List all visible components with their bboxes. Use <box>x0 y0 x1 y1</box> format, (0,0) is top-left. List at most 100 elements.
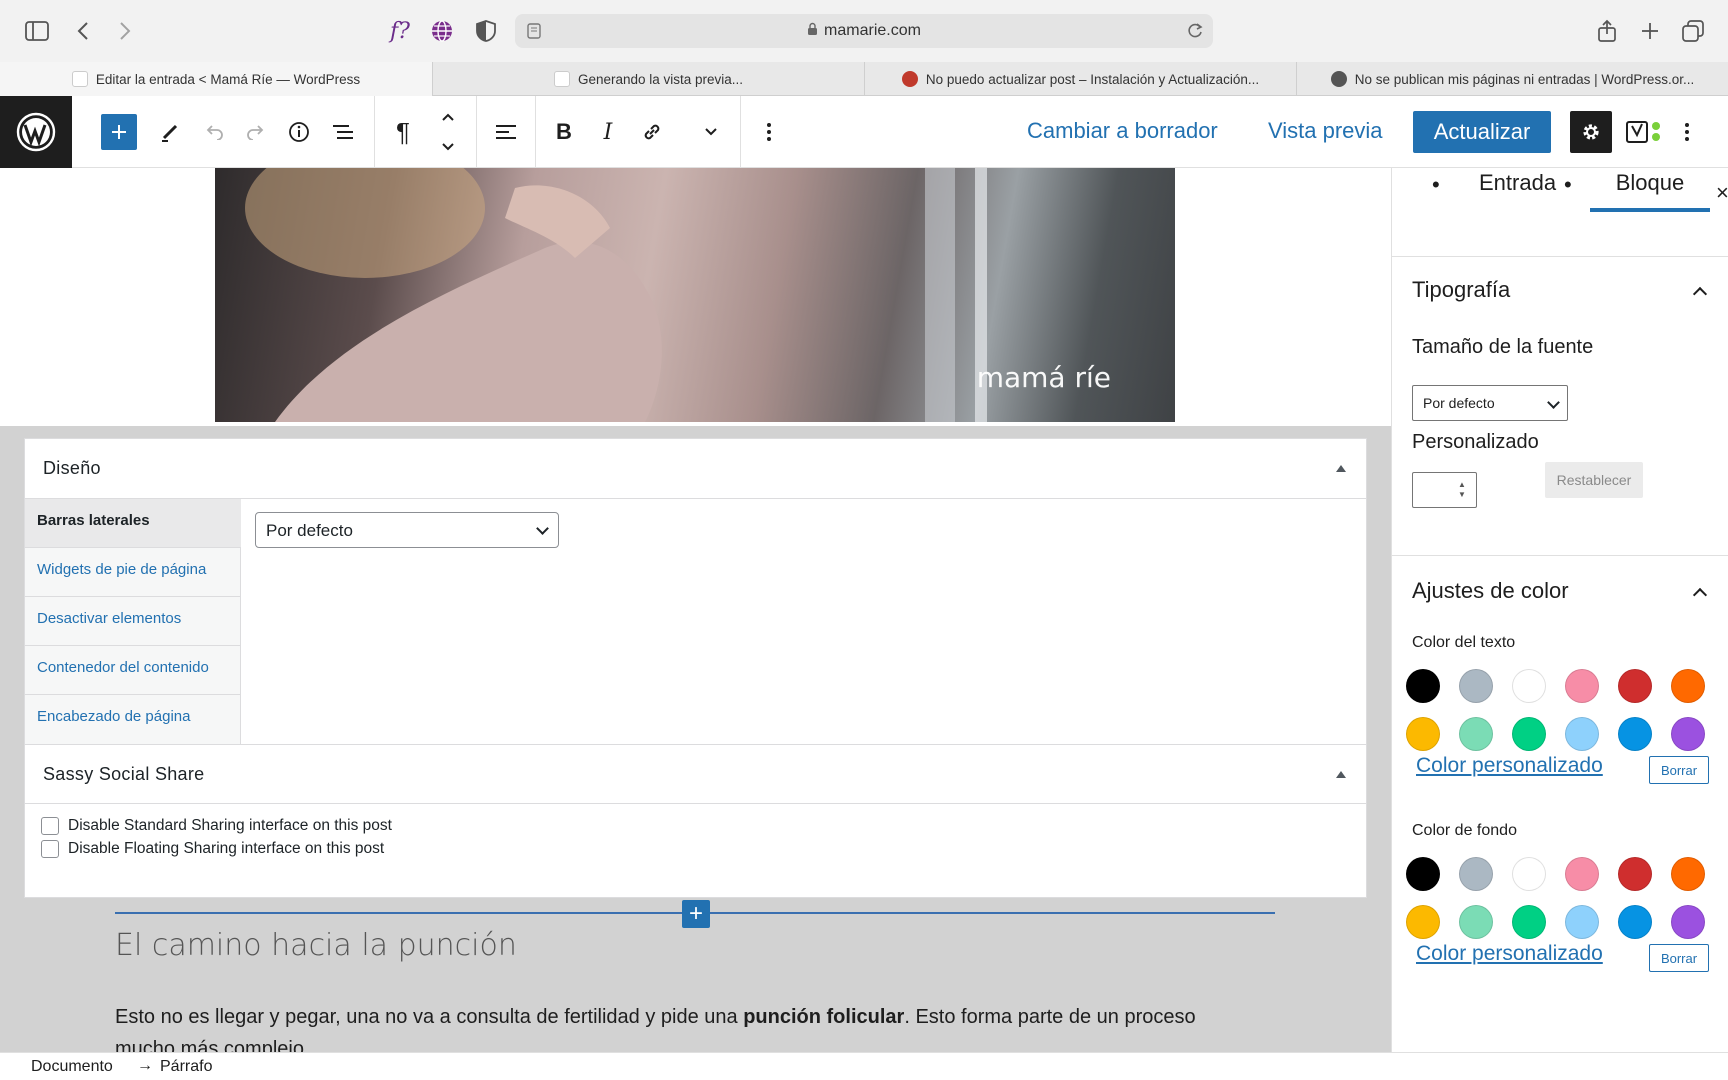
settings-sidebar: • Entrada • Bloque × Tipografía Tamaño d… <box>1391 168 1728 1052</box>
link-icon[interactable] <box>634 114 670 150</box>
mamarie-favicon-icon <box>71 71 88 87</box>
font-size-select[interactable]: Por defecto <box>1412 385 1568 421</box>
forward-icon[interactable] <box>108 14 142 48</box>
move-up-icon[interactable] <box>430 106 466 128</box>
color-swatch[interactable] <box>1618 905 1652 939</box>
disable-floating-checkbox[interactable] <box>41 840 59 858</box>
color-swatch[interactable] <box>1459 905 1493 939</box>
share-icon[interactable] <box>1590 14 1624 48</box>
sassy-metabox-header[interactable]: Sassy Social Share <box>25 744 1366 804</box>
tab-editar-entrada[interactable]: Editar la entrada < Mamá Ríe — WordPress <box>0 62 432 96</box>
checkbox-row-floating[interactable]: Disable Floating Sharing interface on th… <box>41 840 384 858</box>
color-swatch[interactable] <box>1512 857 1546 891</box>
reset-button[interactable]: Restablecer <box>1545 462 1643 498</box>
edit-tools-icon[interactable] <box>152 114 188 150</box>
tab-no-se-publican[interactable]: No se publican mis páginas ni entradas |… <box>1296 62 1728 96</box>
collapse-arrow-icon[interactable] <box>1336 771 1346 778</box>
typography-title[interactable]: Tipografía <box>1412 277 1510 303</box>
update-button[interactable]: Actualizar <box>1413 111 1551 153</box>
more-menu-icon[interactable] <box>1669 114 1705 150</box>
align-icon[interactable] <box>488 114 524 150</box>
vtab-content-container[interactable]: Contenedor del contenido <box>25 646 241 695</box>
tab-bar: Editar la entrada < Mamá Ríe — WordPress… <box>0 62 1728 96</box>
custom-size-input[interactable]: ▲ ▼ <box>1412 472 1477 508</box>
more-formats-icon[interactable] <box>693 114 729 150</box>
editor-canvas[interactable]: mamá ríe Diseño Barras laterales Widgets… <box>0 168 1391 1052</box>
custom-size-label: Personalizado <box>1412 431 1539 453</box>
new-tab-icon[interactable] <box>1633 14 1667 48</box>
mamarie-favicon-icon <box>553 71 570 87</box>
color-swatch[interactable] <box>1406 905 1440 939</box>
post-paragraph[interactable]: Esto no es llegar y pegar, una no va a c… <box>115 996 1295 1038</box>
font-ext-icon[interactable]: f? <box>383 14 417 48</box>
vtab-page-header[interactable]: Encabezado de página <box>25 695 241 744</box>
vtab-disable-elements[interactable]: Desactivar elementos <box>25 597 241 646</box>
sassy-metabox-title: Sassy Social Share <box>43 764 205 784</box>
vtab-footer-widgets[interactable]: Widgets de pie de página <box>25 548 241 597</box>
collapse-arrow-icon[interactable] <box>1336 465 1346 472</box>
wordpress-logo-icon[interactable] <box>0 96 72 168</box>
color-swatch[interactable] <box>1406 857 1440 891</box>
add-block-icon[interactable] <box>101 114 137 150</box>
list-view-icon[interactable] <box>325 114 361 150</box>
bold-button[interactable]: B <box>546 114 582 150</box>
wordpress-favicon-icon <box>1330 71 1347 87</box>
block-options-icon[interactable] <box>751 114 787 150</box>
color-swatch[interactable] <box>1512 905 1546 939</box>
color-swatch[interactable] <box>1618 857 1652 891</box>
webempresa-favicon-icon <box>901 71 918 87</box>
color-swatch[interactable] <box>1565 905 1599 939</box>
chevron-up-icon[interactable] <box>1692 286 1708 302</box>
undo-icon[interactable] <box>196 114 232 150</box>
move-down-icon[interactable] <box>430 136 466 158</box>
bg-custom-color-link[interactable]: Color personalizado <box>1416 942 1603 966</box>
back-icon[interactable] <box>66 14 100 48</box>
sidebar-layout-select[interactable]: Por defecto <box>255 512 559 548</box>
design-metabox-header[interactable]: Diseño <box>25 439 1366 499</box>
font-size-label: Tamaño de la fuente <box>1412 336 1594 358</box>
globe-icon[interactable] <box>425 14 459 48</box>
switch-to-draft-button[interactable]: Cambiar a borrador <box>1027 118 1218 144</box>
breadcrumb-paragraph[interactable]: Párrafo <box>160 1058 212 1076</box>
yoast-icon[interactable] <box>1624 114 1664 150</box>
checkbox-row-standard[interactable]: Disable Standard Sharing interface on th… <box>41 817 392 835</box>
image-watermark: mamá ríe <box>976 361 1111 394</box>
tab-post[interactable]: Entrada <box>1479 168 1556 212</box>
color-swatch[interactable] <box>1565 857 1599 891</box>
color-settings-panel: Ajustes de color Color del texto Color p… <box>1392 555 1728 1052</box>
chevron-down-icon <box>536 522 549 535</box>
lock-icon <box>807 22 818 41</box>
tab-generando-vista[interactable]: Generando la vista previa... <box>432 62 864 96</box>
color-swatch[interactable] <box>1459 857 1493 891</box>
redo-icon[interactable] <box>238 114 274 150</box>
breadcrumb-arrow: → <box>137 1057 153 1074</box>
address-text: mamarie.com <box>824 22 921 39</box>
color-swatch[interactable] <box>1671 905 1705 939</box>
tab-block[interactable]: Bloque <box>1590 168 1710 212</box>
insert-block-button[interactable]: + <box>682 900 710 928</box>
close-icon[interactable]: × <box>1716 180 1728 206</box>
info-icon[interactable] <box>281 114 317 150</box>
featured-image[interactable]: mamá ríe <box>215 168 1175 422</box>
stepper-icon[interactable]: ▲ ▼ <box>1458 480 1466 500</box>
post-heading[interactable]: El camino hacia la punción <box>115 928 517 963</box>
tab-no-puedo-actualizar[interactable]: No puedo actualizar post – Instalación y… <box>864 62 1296 96</box>
address-bar[interactable]: mamarie.com <box>515 14 1213 48</box>
tab-overview-icon[interactable] <box>1676 14 1710 48</box>
settings-gear-icon[interactable] <box>1570 111 1612 153</box>
color-swatch[interactable] <box>1671 857 1705 891</box>
paragraph-icon[interactable]: ¶ <box>385 114 421 150</box>
reload-icon[interactable] <box>1187 22 1203 45</box>
breadcrumb-document[interactable]: Documento <box>31 1058 113 1076</box>
typography-panel: Tipografía Tamaño de la fuente Por defec… <box>1392 256 1728 472</box>
shield-icon[interactable] <box>469 14 503 48</box>
preview-button[interactable]: Vista previa <box>1268 118 1383 144</box>
vtab-sidebars[interactable]: Barras laterales <box>25 499 241 548</box>
italic-button[interactable]: I <box>590 114 626 150</box>
bullet-dot: • <box>1564 172 1572 197</box>
design-metabox-title: Diseño <box>43 458 101 478</box>
editor-toolbar: ¶ B I Cambiar a borrador Vista previa Ac… <box>0 96 1728 168</box>
sidebar-toggle-icon[interactable] <box>20 14 54 48</box>
disable-standard-checkbox[interactable] <box>41 817 59 835</box>
bg-clear-button[interactable]: Borrar <box>1649 944 1709 972</box>
